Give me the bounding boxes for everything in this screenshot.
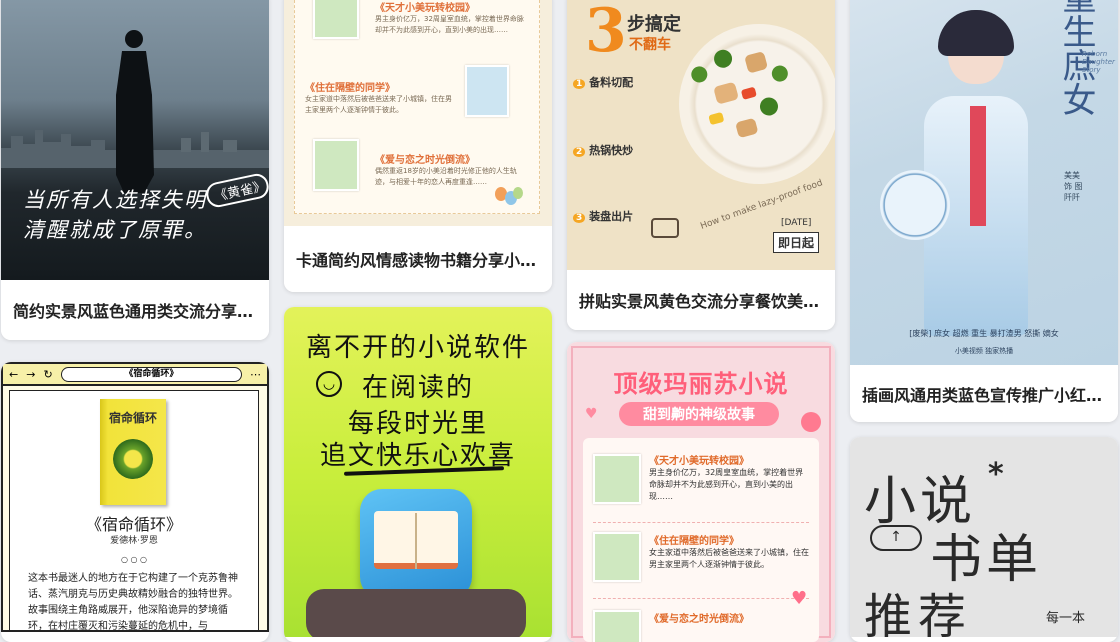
date-label: [DATE] <box>781 218 812 228</box>
template-card-5[interactable]: ← → ↻ 《宿命循环》 ⋯ 宿命循环 《宿命循环》 爱德林·罗恩 ○ ○ ○ … <box>1 362 269 642</box>
card-thumbnail: 重生庶女 Reborn Daughter Story 美美 饰 图阡阡 [废柴]… <box>850 0 1118 365</box>
person-silhouette <box>116 30 154 193</box>
lollipop-icon <box>801 412 821 432</box>
balloons-icon <box>495 187 525 217</box>
template-card-3[interactable]: 3 步搞定 不翻车 How to make lazy-proof food 1 … <box>567 0 835 330</box>
divider-dots: ○ ○ ○ <box>120 555 148 564</box>
book-author: 爱德林·罗恩 <box>110 536 158 546</box>
template-card-2[interactable]: 《天才小美玩转校园》 男主身价亿万，32周皇室血统，掌控着世界命脉却并不为此感到… <box>284 0 552 292</box>
headline-line-1: 离不开的小说软件 <box>305 333 530 363</box>
more-icon: ⋯ <box>250 367 261 381</box>
browser-toolbar: ← → ↻ 《宿命循环》 ⋯ <box>3 364 267 386</box>
overlay-text: 当所有人选择失明 清醒就成了原罪。 <box>23 188 207 242</box>
book-app-icon <box>360 489 472 599</box>
book-list-note: 《天才小美玩转校园》 男主身价亿万，32周皇室血统，掌控着世界命脉却并不为此感到… <box>294 0 540 214</box>
headline-1: 步搞定 <box>627 14 681 35</box>
card-title: 拼贴实景风黄色交流分享餐饮美食小红书配图 <box>567 270 835 330</box>
template-card-1[interactable]: 当所有人选择失明 清醒就成了原罪。 《黄雀》 简约实景风蓝色通用类交流分享小红书… <box>1 0 269 340</box>
asterisk-icon: * <box>988 457 1004 492</box>
cast-credit: 美美 饰 图阡阡 <box>1064 171 1083 202</box>
heart-icon: ♥ <box>791 588 808 609</box>
poster-credit: 小美视频 独家热播 <box>954 347 1014 355</box>
card-thumbnail: 3 步搞定 不翻车 How to make lazy-proof food 1 … <box>567 0 835 270</box>
card-headline: 顶级玛丽苏小说 <box>613 370 789 398</box>
headline-line-2: 在阅读的 <box>361 373 474 403</box>
daily-badge: 即日起 <box>773 232 820 253</box>
book-tag: 《黄雀》 <box>204 171 269 210</box>
card-subhead: 甜到齁的神级故事 <box>619 402 779 426</box>
template-card-4[interactable]: 重生庶女 Reborn Daughter Story 美美 饰 图阡阡 [废柴]… <box>850 0 1118 422</box>
card-title: 卡通简约风情感读物书籍分享小红书配图 <box>284 226 552 292</box>
headline-3: 推荐 <box>864 589 973 637</box>
forward-icon: → <box>26 367 36 381</box>
card-title: 插画风通用类蓝色宣传推广小红书配图 <box>850 365 1118 422</box>
book-description: 这本书最迷人的地方在于它构建了一个克苏鲁神话、蒸汽朋克与历史典故精妙融合的独特世… <box>28 573 238 632</box>
headline-2: 不翻车 <box>629 37 671 53</box>
book-page: 宿命循环 《宿命循环》 爱德林·罗恩 ○ ○ ○ 这本书最迷人的地方在于它构建了… <box>9 390 259 632</box>
illustration-3 <box>313 139 359 191</box>
book-cover: 宿命循环 <box>100 399 166 505</box>
step-2: 2 热锅快炒 <box>573 142 673 158</box>
card-thumbnail: 《天才小美玩转校园》 男主身价亿万，32周皇室血统，掌控着世界命脉却并不为此感到… <box>284 0 552 226</box>
template-card-8[interactable]: 小说 * ↑ 书单 推荐 每一本 <box>850 437 1118 642</box>
food-plate <box>661 6 835 202</box>
card-thumbnail: 离不开的小说软件 ◡ 在阅读的 每段时光里 追文快乐心欢喜 <box>284 307 552 637</box>
card-thumbnail: 顶级玛丽苏小说 甜到齁的神级故事 ♥ 《天才小美玩转校园》 男主身价亿万，32周… <box>567 342 835 642</box>
headline-line-4: 追文快乐心欢喜 <box>319 441 516 471</box>
character-illustration <box>880 10 1054 340</box>
back-icon: ← <box>9 367 19 381</box>
illustration-1 <box>313 0 359 39</box>
side-note: 每一本 <box>1046 611 1086 626</box>
card-thumbnail: 当所有人选择失明 清醒就成了原罪。 《黄雀》 <box>1 0 269 280</box>
card-title: 简约实景风蓝色通用类交流分享小红书配图 <box>1 280 269 340</box>
template-card-6[interactable]: 离不开的小说软件 ◡ 在阅读的 每段时光里 追文快乐心欢喜 <box>284 307 552 642</box>
poster-subtitle: Reborn Daughter Story <box>1082 50 1115 74</box>
book-title: 《宿命循环》 <box>85 515 182 534</box>
card-thumbnail: 小说 * ↑ 书单 推荐 每一本 <box>850 437 1118 637</box>
poster-tagline: [废柴] 庶女 超燃 重生 暴打渣男 怒撕 嫡女 <box>909 329 1059 338</box>
camera-icon <box>651 218 679 238</box>
story-list: 《天才小美玩转校园》 男主身价亿万，32周皇室血统，掌控着世界命脉却并不为此感到… <box>583 438 819 642</box>
refresh-icon: ↻ <box>43 367 53 381</box>
heart-icon: ♥ <box>585 406 598 422</box>
address-bar: 《宿命循环》 <box>60 366 242 382</box>
card-thumbnail: ← → ↻ 《宿命循环》 ⋯ 宿命循环 《宿命循环》 爱德林·罗恩 ○ ○ ○ … <box>1 362 269 632</box>
step-1: 1 备料切配 <box>573 74 673 90</box>
template-card-7[interactable]: 顶级玛丽苏小说 甜到齁的神级故事 ♥ 《天才小美玩转校园》 男主身价亿万，32周… <box>567 342 835 642</box>
illustration-2 <box>465 65 509 117</box>
arrow-icon: ↑ <box>870 525 922 551</box>
big-number: 3 <box>585 0 627 66</box>
